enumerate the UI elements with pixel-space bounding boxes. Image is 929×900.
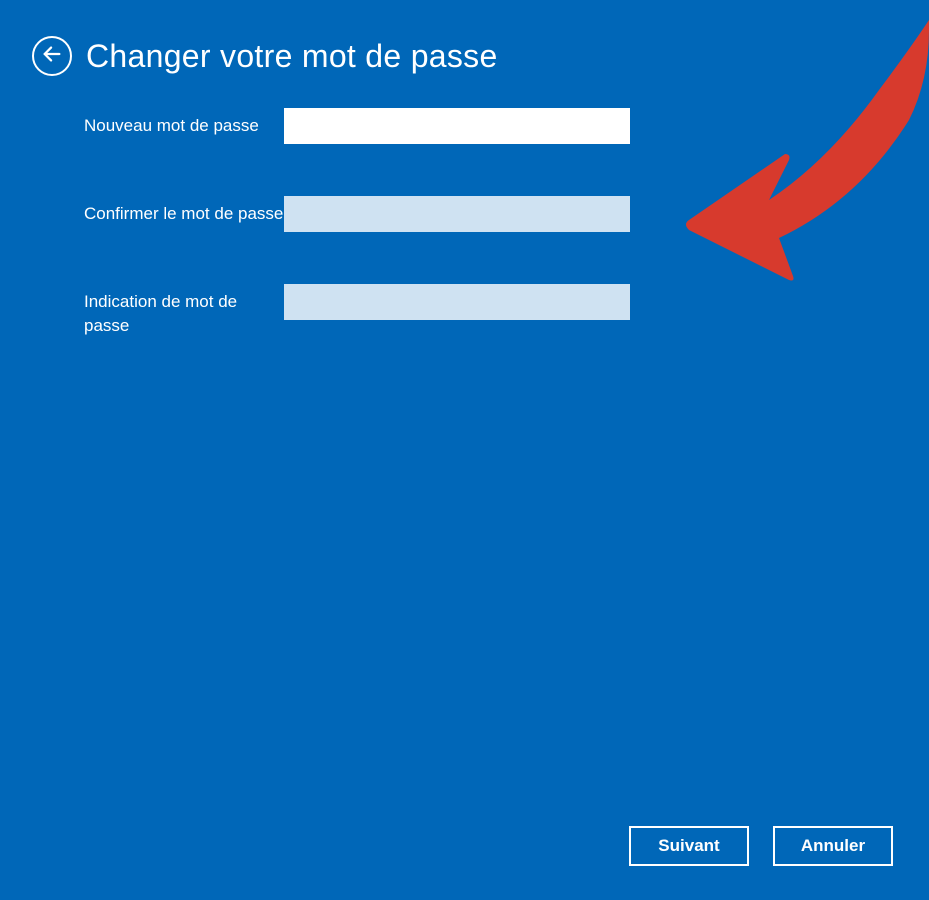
new-password-label: Nouveau mot de passe (84, 108, 284, 138)
back-button[interactable] (32, 36, 72, 76)
password-form: Nouveau mot de passe Confirmer le mot de… (0, 76, 929, 338)
arrow-left-icon (41, 43, 63, 70)
password-hint-input[interactable] (284, 284, 630, 320)
confirm-password-label: Confirmer le mot de passe (84, 196, 284, 226)
page-title: Changer votre mot de passe (86, 38, 498, 75)
confirm-password-input[interactable] (284, 196, 630, 232)
cancel-button[interactable]: Annuler (773, 826, 893, 866)
password-hint-label: Indication de mot de passe (84, 284, 284, 338)
next-button[interactable]: Suivant (629, 826, 749, 866)
new-password-input[interactable] (284, 108, 630, 144)
